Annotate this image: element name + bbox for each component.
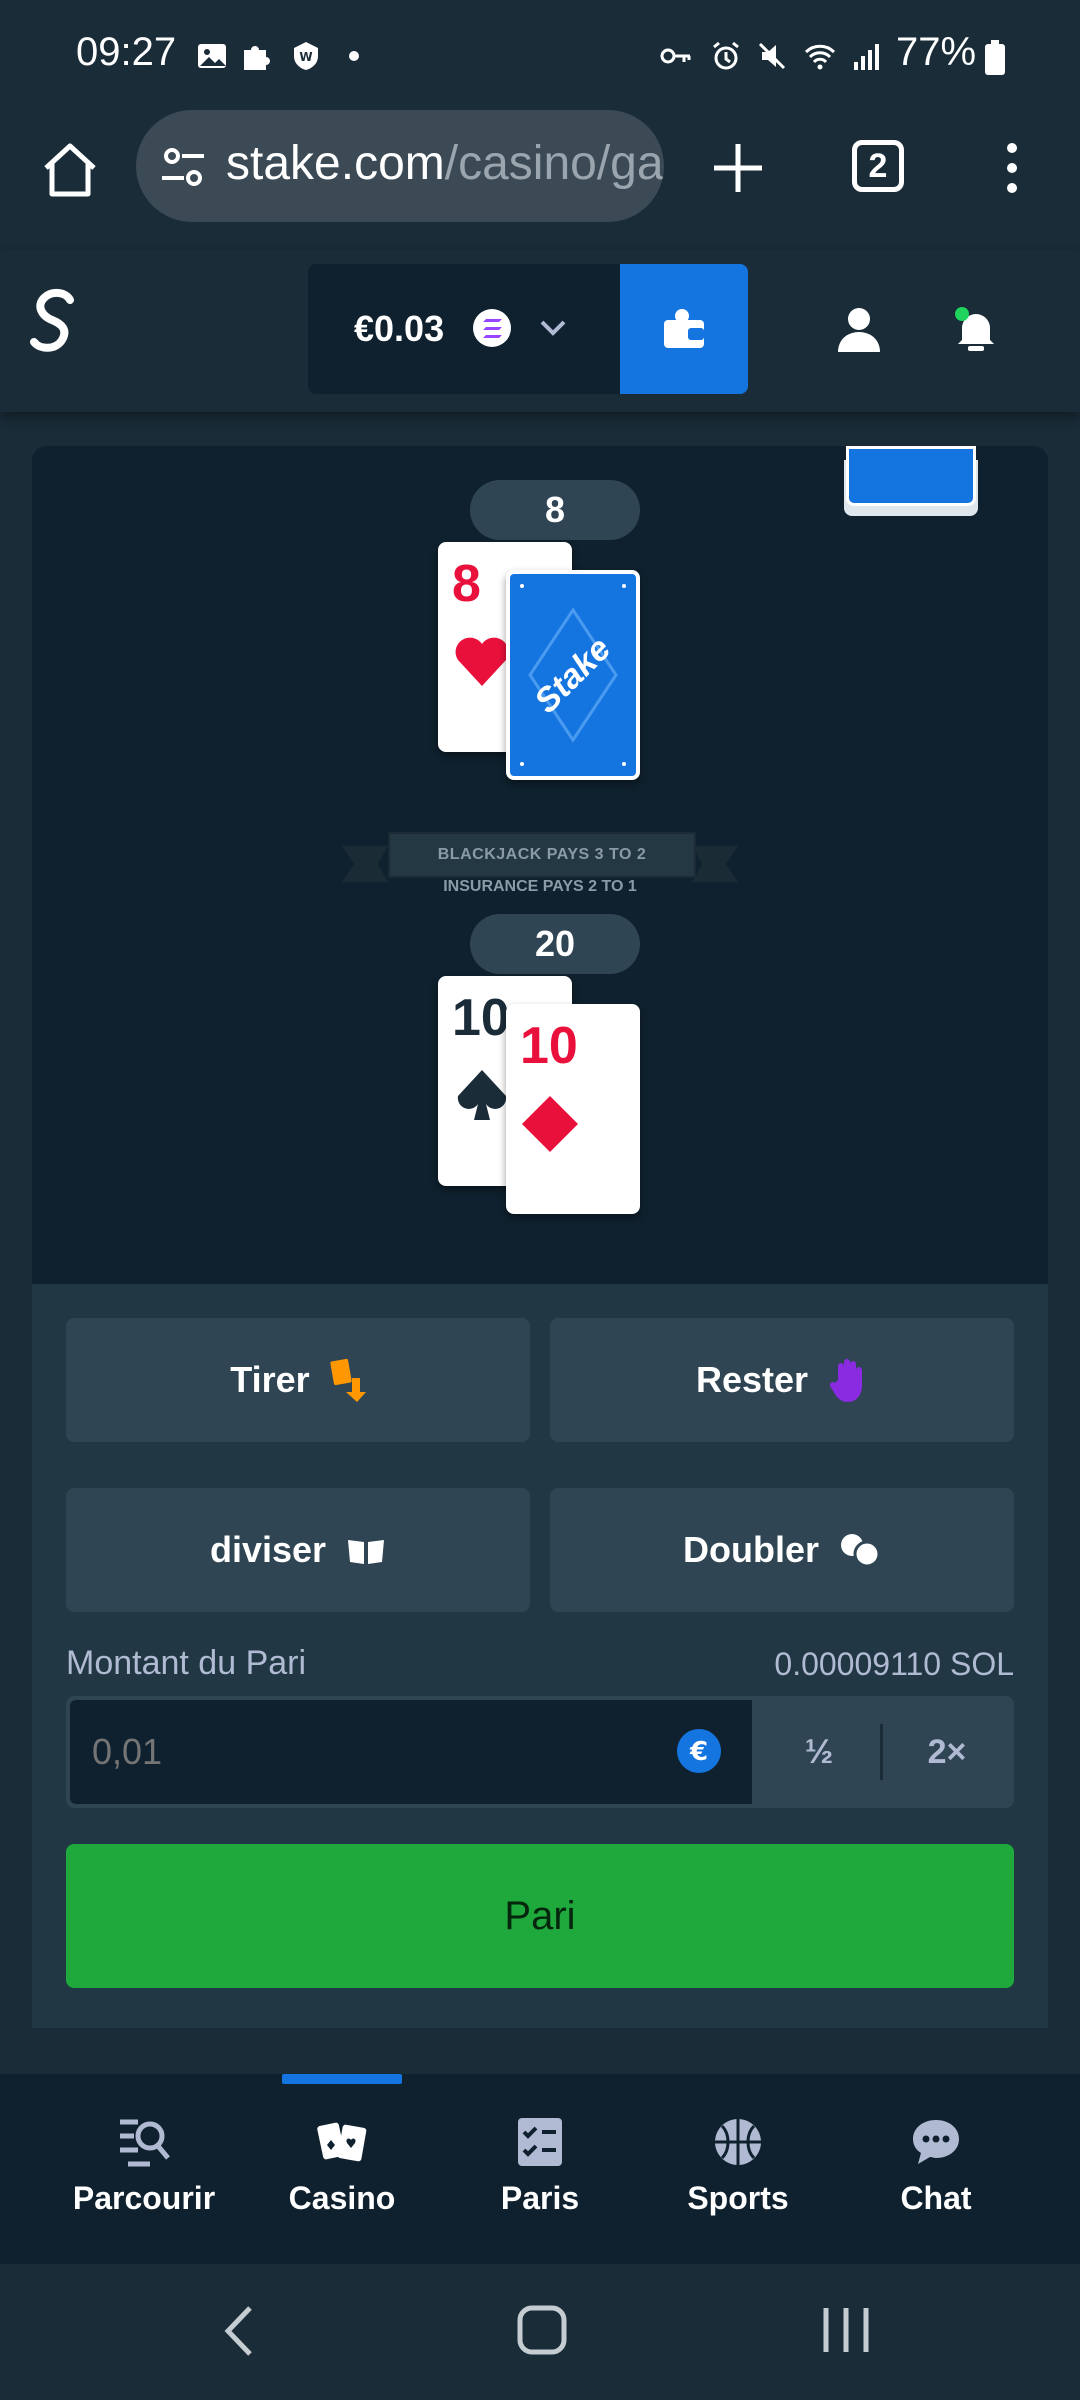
player-card-10-diamonds: 10 <box>506 1004 640 1214</box>
mute-icon <box>758 42 786 70</box>
stand-button[interactable]: Rester <box>550 1318 1014 1442</box>
insurance-text: INSURANCE PAYS 2 TO 1 <box>443 878 637 895</box>
half-bet-button[interactable]: ½ <box>756 1700 882 1804</box>
site-settings-icon[interactable] <box>158 142 208 192</box>
url-host: stake.com <box>226 137 445 190</box>
divider <box>880 1724 883 1780</box>
card-deck <box>844 446 980 516</box>
nav-label: Sports <box>687 2180 789 2216</box>
svg-text:€: € <box>689 1737 708 1767</box>
balance-selector[interactable]: €0.03 <box>308 264 620 394</box>
split-cards-icon <box>348 1540 385 1564</box>
nav-item-chat[interactable]: Chat <box>836 2116 1036 2217</box>
battery-percent: 77% <box>896 30 977 74</box>
solana-icon <box>473 309 511 347</box>
split-button[interactable]: diviser <box>66 1488 530 1612</box>
bet-conversion: 0.00009110 SOL <box>774 1646 1014 1682</box>
more-menu-icon[interactable] <box>996 138 1028 198</box>
recents-icon[interactable] <box>818 2304 874 2356</box>
dealer-total: 8 <box>470 480 640 540</box>
double-bet-button[interactable]: 2× <box>884 1700 1010 1804</box>
notifications-icon[interactable] <box>952 306 1000 354</box>
card-rank: 8 <box>452 555 481 613</box>
balance-amount: €0.03 <box>354 308 445 349</box>
double-button[interactable]: Doubler <box>550 1488 1014 1612</box>
card-rank: 10 <box>452 989 510 1047</box>
basketball-icon <box>715 2119 761 2165</box>
url-bar[interactable]: stake.com/casino/ga <box>136 110 664 222</box>
nav-label: Paris <box>500 2180 580 2216</box>
nav-item-parcourir[interactable]: Parcourir <box>44 2116 244 2217</box>
alarm-icon <box>713 41 739 70</box>
stake-logo-icon[interactable] <box>26 286 86 366</box>
split-label: diviser <box>209 1529 327 1570</box>
puzzle-icon <box>244 46 270 70</box>
card-rank: 10 <box>520 1017 578 1075</box>
nav-label: Casino <box>288 2180 396 2216</box>
payout-banner: BLACKJACK PAYS 3 TO 2 <box>388 832 696 878</box>
nav-item-paris[interactable]: Paris <box>440 2116 640 2217</box>
hit-button[interactable]: Tirer <box>66 1318 530 1442</box>
bet-amount-label: Montant du Pari <box>66 1644 307 1682</box>
bet-amount-input[interactable] <box>70 1700 752 1804</box>
double-label: Doubler <box>682 1529 819 1570</box>
nav-item-casino[interactable]: Casino <box>242 2116 442 2217</box>
dealer-card-face-down: Stake <box>506 570 640 780</box>
active-tab-indicator <box>282 2074 402 2084</box>
place-bet-button[interactable]: Pari <box>66 1844 1014 1988</box>
stand-label: Rester <box>695 1359 809 1400</box>
wallet-button[interactable] <box>620 264 748 394</box>
shield-icon: W <box>294 42 318 70</box>
hit-label: Tirer <box>230 1359 310 1400</box>
back-icon[interactable] <box>220 2302 260 2360</box>
new-tab-icon[interactable] <box>708 138 768 198</box>
tab-count-button[interactable]: 2 <box>852 140 904 192</box>
status-bar: 09:27 W 77% <box>0 0 1080 118</box>
user-icon[interactable] <box>836 306 882 354</box>
wifi-icon <box>804 44 836 70</box>
bet-amount-row: € ½ 2× <box>66 1696 1014 1808</box>
euro-currency-icon: € <box>677 1729 721 1773</box>
battery-icon <box>985 40 1005 75</box>
wallet-icon <box>664 309 704 348</box>
spade-icon <box>457 1070 507 1120</box>
player-total: 20 <box>470 914 640 974</box>
nav-label: Chat <box>900 2180 972 2216</box>
svg-text:W: W <box>299 50 312 64</box>
nav-label: Parcourir <box>72 2180 216 2216</box>
home-nav-icon[interactable] <box>516 2304 568 2356</box>
url-text[interactable]: stake.com/casino/ga <box>226 136 664 191</box>
hit-icon <box>330 1358 366 1402</box>
chat-icon <box>913 2120 959 2164</box>
deck-top-card <box>846 446 976 506</box>
nav-item-sports[interactable]: Sports <box>638 2116 838 2217</box>
key-icon <box>660 48 691 64</box>
heart-icon <box>455 637 509 686</box>
chevron-down-icon <box>540 320 566 336</box>
chips-icon <box>841 1534 881 1568</box>
url-path: /casino/ga <box>444 137 664 190</box>
dot-icon <box>349 51 359 61</box>
betslip-icon <box>518 2118 562 2166</box>
image-icon <box>198 44 226 68</box>
hand-icon <box>829 1359 863 1402</box>
signal-icon <box>854 44 879 70</box>
diamond-icon <box>522 1096 578 1152</box>
home-icon[interactable] <box>38 138 102 202</box>
browse-icon <box>120 2119 170 2167</box>
cards-icon <box>317 2122 367 2162</box>
status-time: 09:27 <box>76 30 177 74</box>
